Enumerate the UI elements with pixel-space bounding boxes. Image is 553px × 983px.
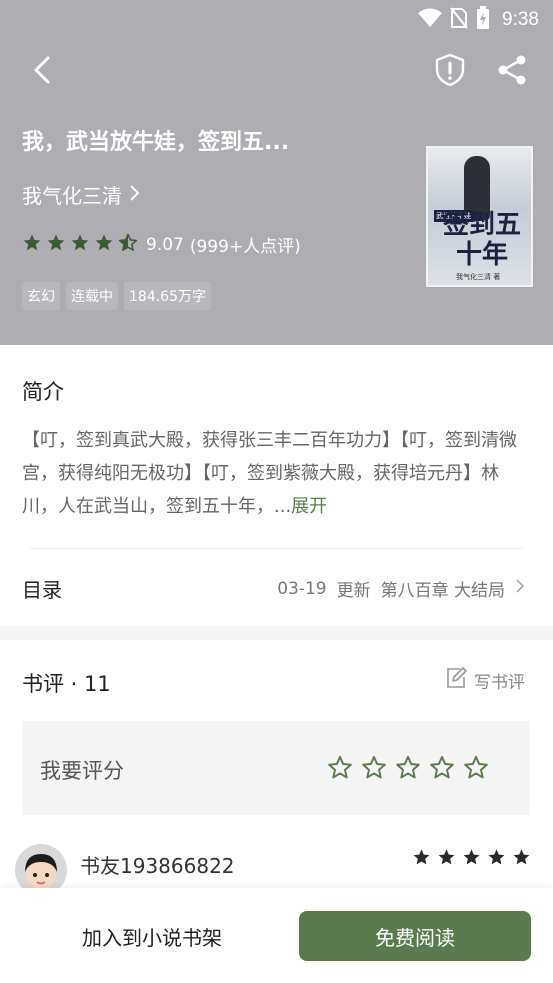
toc-update-date: 03-19 [277,578,327,599]
divider [30,548,523,549]
add-to-bookshelf-button[interactable]: 加入到小说书架 [22,910,282,962]
tag-genre: 玄幻 [22,282,60,310]
toc-update-info: 03-19 更新 第八百章 大结局 [277,576,525,601]
rating-stars [22,233,138,257]
chevron-right-icon [128,183,140,207]
back-arrow-icon [31,55,53,89]
tag-status: 连载中 [66,282,118,310]
reviews-heading: 书评 · 11 [22,672,111,696]
rating-score: 9.07 [146,234,184,255]
author-name: 我气化三清 [22,184,122,208]
review-star [512,848,531,871]
rate-stars [327,755,489,785]
intro-body: 【叮，签到真武大殿，获得张三丰二百年功力】【叮，签到清微宫，获得纯阳无极功】【叮… [22,430,517,517]
book-rating: 9.07 (999+人点评) [22,232,301,257]
intro-heading: 简介 [22,380,64,404]
status-icons: 9:38 [418,6,539,34]
book-header: 9:38 我，武当放牛娃，签到五... 我气化三清 9.07 (999+人点评)… [0,0,553,345]
toc-latest-chapter: 第八百章 大结局 [380,581,505,601]
chevron-right-icon [515,578,525,599]
rate-star-4[interactable] [429,755,455,785]
cover-title-text: 签到五十年 [442,210,521,270]
toc-label: 目录 [22,578,62,602]
rate-book-panel: 我要评分 [22,721,530,815]
rate-star-5[interactable] [463,755,489,785]
rating-count: (999+人点评) [189,237,301,257]
status-bar: 9:38 [0,0,553,40]
review-star [437,848,456,871]
shield-alert-icon [434,53,466,91]
status-time: 9:38 [502,9,539,30]
cover-author-text: 我气化三清 著 [456,273,501,281]
tag-word-count: 184.65万字 [124,282,211,310]
rating-star-full [46,233,66,257]
share-button[interactable] [492,52,532,92]
back-button[interactable] [22,52,62,92]
rating-star-full [94,233,114,257]
reviewer-name: 书友193866822 [80,854,235,878]
intro-text: 【叮，签到真武大殿，获得张三丰二百年功力】【叮，签到清微宫，获得纯阳无极功】【叮… [22,424,527,523]
rate-star-2[interactable] [361,755,387,785]
review-star [462,848,481,871]
book-title: 我，武当放牛娃，签到五... [22,130,290,155]
edit-icon [444,666,468,695]
rate-prompt: 我要评分 [40,759,124,783]
bottom-action-bar: 加入到小说书架 免费阅读 [0,888,553,983]
toc-update-word: 更新 [336,581,371,601]
write-review-label: 写书评 [474,673,525,693]
rating-star-full [70,233,90,257]
review-star [412,848,431,871]
review-item[interactable]: 书友193866822 [0,830,553,896]
free-read-button[interactable]: 免费阅读 [299,911,531,961]
table-of-contents-row[interactable]: 目录 03-19 更新 第八百章 大结局 [0,556,553,618]
write-review-button[interactable]: 写书评 [444,666,525,695]
review-stars [412,848,531,871]
no-sim-icon [450,7,468,33]
book-tags: 玄幻 连载中 184.65万字 [22,282,211,310]
rate-star-1[interactable] [327,755,353,785]
review-star [487,848,506,871]
rating-star-full [22,233,42,257]
section-separator [0,626,553,640]
share-icon [496,54,528,90]
rate-star-3[interactable] [395,755,421,785]
battery-charging-icon [476,6,490,34]
report-button[interactable] [430,52,470,92]
expand-link[interactable]: 展开 [291,496,327,517]
book-cover[interactable]: 武当放牛娃 签到五十年 我气化三清 著 [426,146,533,287]
author-link[interactable]: 我气化三清 [22,180,140,209]
wifi-icon [418,8,443,32]
rating-star-half [118,233,138,257]
